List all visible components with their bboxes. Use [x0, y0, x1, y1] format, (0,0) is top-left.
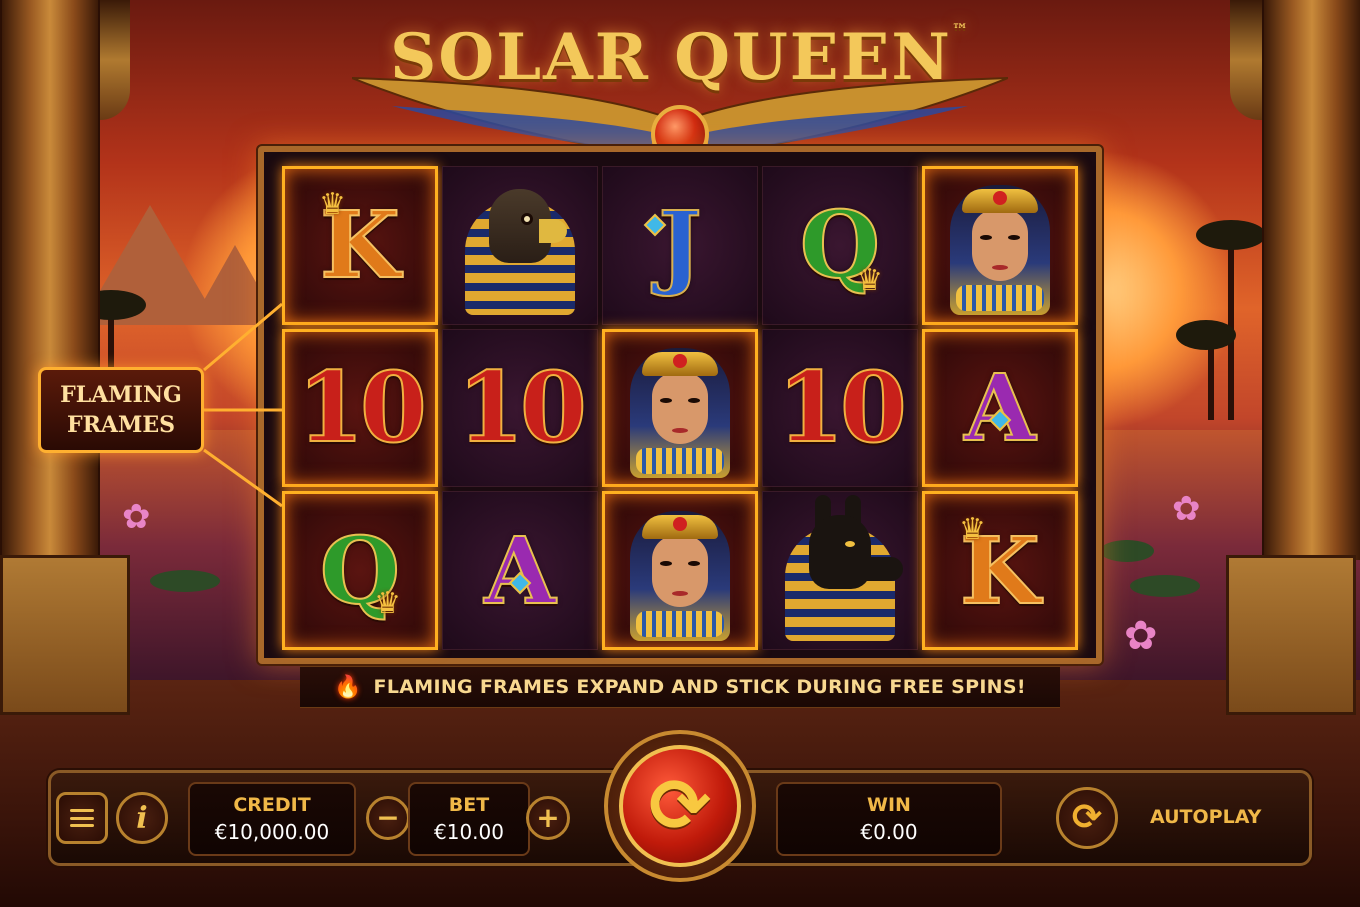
- reel-cell: [442, 166, 598, 325]
- reel-cell: A: [442, 491, 598, 650]
- lotus-icon: ✿: [1124, 613, 1158, 659]
- reel-cell: Q ♛: [762, 166, 918, 325]
- callout-line-1: FLAMING: [60, 382, 182, 408]
- symbol-10: 10: [776, 350, 908, 464]
- queen-symbol-icon: [620, 501, 740, 641]
- banner-text: FLAMING FRAMES EXPAND AND STICK DURING F…: [373, 676, 1026, 698]
- callout-line-2: FRAMES: [67, 412, 175, 438]
- credit-value: €10,000.00: [214, 820, 330, 844]
- symbol-10: 10: [296, 350, 428, 464]
- win-value: €0.00: [860, 820, 918, 844]
- queen-symbol-icon: [620, 338, 740, 478]
- reel-cell-flaming: K ♛: [282, 166, 438, 325]
- credit-panel: CREDIT €10,000.00: [188, 782, 356, 856]
- reel-cell-flaming: Q ♛: [282, 491, 438, 650]
- reel-cell-flaming: 10: [282, 328, 438, 488]
- reel-cell: [762, 491, 918, 650]
- trademark: ™: [951, 20, 970, 39]
- info-icon: i: [136, 800, 148, 836]
- plus-icon: +: [536, 801, 560, 834]
- bet-decrease-button[interactable]: −: [366, 796, 410, 840]
- symbol-10: 10: [456, 350, 588, 464]
- crown-icon: ♛: [374, 586, 401, 621]
- fire-icon: 🔥: [334, 674, 362, 700]
- bet-label: BET: [448, 794, 490, 816]
- horus-symbol-icon: [455, 175, 585, 316]
- minus-icon: −: [376, 801, 400, 834]
- lotus-icon: ✿: [122, 497, 151, 537]
- pedestal-left: [0, 555, 130, 715]
- info-button[interactable]: i: [116, 792, 168, 844]
- anubis-symbol-icon: [775, 494, 905, 641]
- queen-symbol-icon: [940, 175, 1060, 316]
- reel-cell: 10: [762, 328, 918, 488]
- feature-banner: 🔥 FLAMING FRAMES EXPAND AND STICK DURING…: [300, 666, 1060, 708]
- crown-icon: ♛: [319, 187, 346, 222]
- lily-pad: [150, 570, 220, 592]
- menu-button[interactable]: [56, 792, 108, 844]
- bet-panel: BET €10.00: [408, 782, 530, 856]
- reel-cell-flaming: K ♛: [922, 491, 1078, 650]
- pedestal-right: [1226, 555, 1356, 715]
- autoplay-icon: ⟳: [1071, 797, 1103, 838]
- symbol-j: J: [657, 191, 703, 300]
- lily-pad: [1100, 540, 1154, 562]
- bet-value: €10.00: [434, 820, 504, 844]
- reel-grid: K♛JQ♛101010AQ♛AK♛: [282, 166, 1078, 650]
- autoplay-label[interactable]: AUTOPLAY: [1150, 806, 1261, 828]
- crown-icon: ♛: [959, 512, 986, 548]
- win-panel: WIN €0.00: [776, 782, 1002, 856]
- reel-cell: 10: [442, 328, 598, 488]
- win-label: WIN: [867, 794, 911, 816]
- lily-pad: [1130, 575, 1200, 597]
- spin-icon: ⟳: [648, 763, 711, 849]
- reel-cell-flaming: [922, 166, 1078, 325]
- reel-cell: J: [602, 166, 758, 325]
- spin-button-ring: ⟳: [604, 730, 756, 882]
- bet-increase-button[interactable]: +: [526, 796, 570, 840]
- reel-cell-flaming: A: [922, 328, 1078, 488]
- lotus-icon: ✿: [1172, 489, 1201, 529]
- crown-icon: ♛: [856, 262, 883, 298]
- credit-label: CREDIT: [233, 794, 311, 816]
- flaming-frames-callout: FLAMING FRAMES: [38, 367, 204, 453]
- reel-cell-flaming: [602, 328, 758, 488]
- reel-cell-flaming: [602, 491, 758, 650]
- palm-leaves: [1196, 220, 1266, 250]
- menu-icon: [70, 809, 94, 827]
- autoplay-button[interactable]: ⟳: [1056, 787, 1118, 849]
- palm-leaves: [1176, 320, 1236, 350]
- callout-connector: [203, 302, 283, 508]
- symbol-a: A: [483, 516, 556, 625]
- spin-button[interactable]: ⟳: [619, 745, 741, 867]
